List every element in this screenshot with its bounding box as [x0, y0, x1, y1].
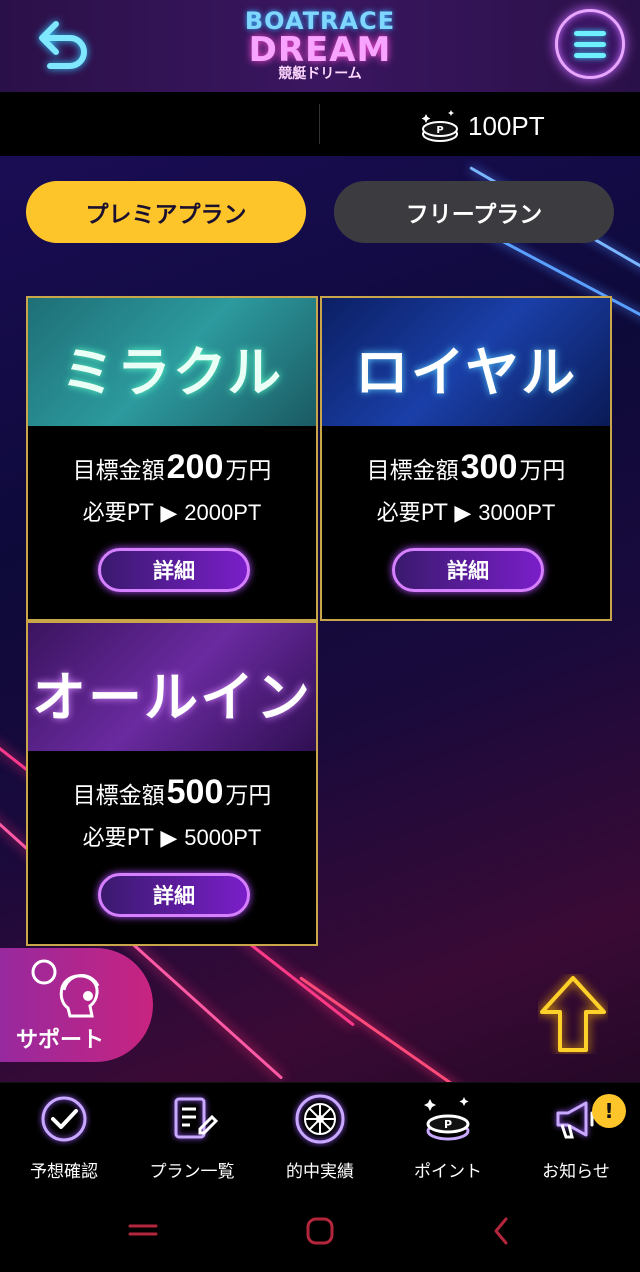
system-back-icon[interactable] — [488, 1214, 516, 1248]
target-unit: 万円 — [225, 458, 272, 484]
required-label: 必要PT ▶ — [82, 826, 178, 851]
detail-button[interactable]: 詳細 — [98, 548, 250, 592]
coin-point-icon: P — [424, 1097, 470, 1141]
plan-name: ロイヤル — [354, 341, 578, 404]
nav-label: 的中実績 — [286, 1162, 354, 1182]
plan-target: 目標金額200万円 — [28, 448, 316, 487]
nav-label: 予想確認 — [30, 1162, 98, 1182]
redacted-username — [32, 102, 318, 150]
menu-line — [574, 53, 606, 58]
target-unit: 万円 — [519, 458, 566, 484]
plan-name: ミラクル — [60, 341, 284, 404]
menu-line — [574, 31, 606, 36]
required-value: 2000PT — [184, 500, 262, 525]
document-edit-icon — [174, 1097, 219, 1139]
tab-premium-plan[interactable]: プレミアプラン — [26, 181, 306, 243]
detail-button[interactable]: 詳細 — [392, 548, 544, 592]
plan-target: 目標金額300万円 — [322, 448, 610, 487]
target-label: 目標金額 — [72, 458, 165, 484]
app-header: BOATRACE DREAM 競艇ドリーム — [0, 0, 640, 92]
back-arrow-icon[interactable] — [28, 10, 96, 78]
coin-point-icon: P — [421, 110, 458, 142]
nav-prediction-check[interactable]: 予想確認 — [0, 1083, 128, 1189]
support-button[interactable]: サポート — [0, 948, 153, 1062]
target-label: 目標金額 — [72, 783, 165, 809]
hamburger-menu-button[interactable] — [555, 9, 625, 79]
plan-banner: ロイヤル — [322, 298, 610, 426]
detail-button[interactable]: 詳細 — [98, 873, 250, 917]
support-label: サポート — [16, 1028, 105, 1053]
required-label: 必要PT ▶ — [376, 501, 472, 526]
plan-card-all-in: オールイン 目標金額500万円 必要PT ▶ 5000PT 詳細 — [26, 621, 318, 946]
plan-banner: ミラクル — [28, 298, 316, 426]
target-unit: 万円 — [225, 783, 272, 809]
logo-line-2: DREAM — [248, 30, 392, 70]
points-value: 100PT — [468, 110, 545, 141]
nav-label: プラン一覧 — [149, 1162, 235, 1182]
required-label: 必要PT ▶ — [82, 501, 178, 526]
plan-required-points: 必要PT ▶ 5000PT — [28, 820, 316, 852]
plan-banner: オールイン — [28, 623, 316, 751]
roulette-icon — [295, 1094, 345, 1144]
bottom-navigation: 予想確認 プラン一覧 的中実績 P ポイント お知らせ — [0, 1082, 640, 1189]
scroll-to-top-arrow-icon[interactable] — [538, 974, 608, 1054]
svg-text:P: P — [436, 125, 443, 136]
nav-label: ポイント — [414, 1162, 482, 1182]
points-display: P 100PT — [420, 106, 545, 146]
background-beam — [299, 976, 547, 1082]
plan-required-points: 必要PT ▶ 3000PT — [322, 495, 610, 527]
plan-card-miracle: ミラクル 目標金額200万円 必要PT ▶ 2000PT 詳細 — [26, 296, 318, 621]
svg-text:P: P — [444, 1118, 452, 1131]
app-logo[interactable]: BOATRACE DREAM 競艇ドリーム — [240, 8, 400, 88]
home-icon[interactable] — [303, 1214, 337, 1248]
notification-badge: ! — [592, 1094, 626, 1128]
required-value: 3000PT — [478, 500, 556, 525]
target-amount: 200 — [166, 448, 224, 486]
divider — [319, 104, 320, 144]
nav-hit-results[interactable]: 的中実績 — [256, 1083, 384, 1189]
target-amount: 500 — [166, 773, 224, 811]
nav-points[interactable]: P ポイント — [384, 1083, 512, 1189]
target-amount: 300 — [460, 448, 518, 486]
menu-line — [574, 42, 606, 47]
system-navigation-bar — [0, 1188, 640, 1272]
plan-target: 目標金額500万円 — [28, 773, 316, 812]
support-headset-icon — [31, 959, 100, 1018]
required-value: 5000PT — [184, 825, 262, 850]
account-info-bar: P 100PT — [0, 92, 640, 156]
tab-free-plan[interactable]: フリープラン — [334, 181, 614, 243]
main-content: プレミアプラン フリープラン ミラクル 目標金額200万円 必要PT ▶ 200… — [0, 156, 640, 1082]
check-circle-icon — [41, 1096, 87, 1142]
nav-label: お知らせ — [542, 1162, 610, 1182]
plan-name: オールイン — [32, 666, 312, 729]
plan-required-points: 必要PT ▶ 2000PT — [28, 495, 316, 527]
recent-apps-icon[interactable] — [126, 1216, 160, 1244]
target-label: 目標金額 — [366, 458, 459, 484]
plan-card-royal: ロイヤル 目標金額300万円 必要PT ▶ 3000PT 詳細 — [320, 296, 612, 621]
nav-plan-list[interactable]: プラン一覧 — [128, 1083, 256, 1189]
